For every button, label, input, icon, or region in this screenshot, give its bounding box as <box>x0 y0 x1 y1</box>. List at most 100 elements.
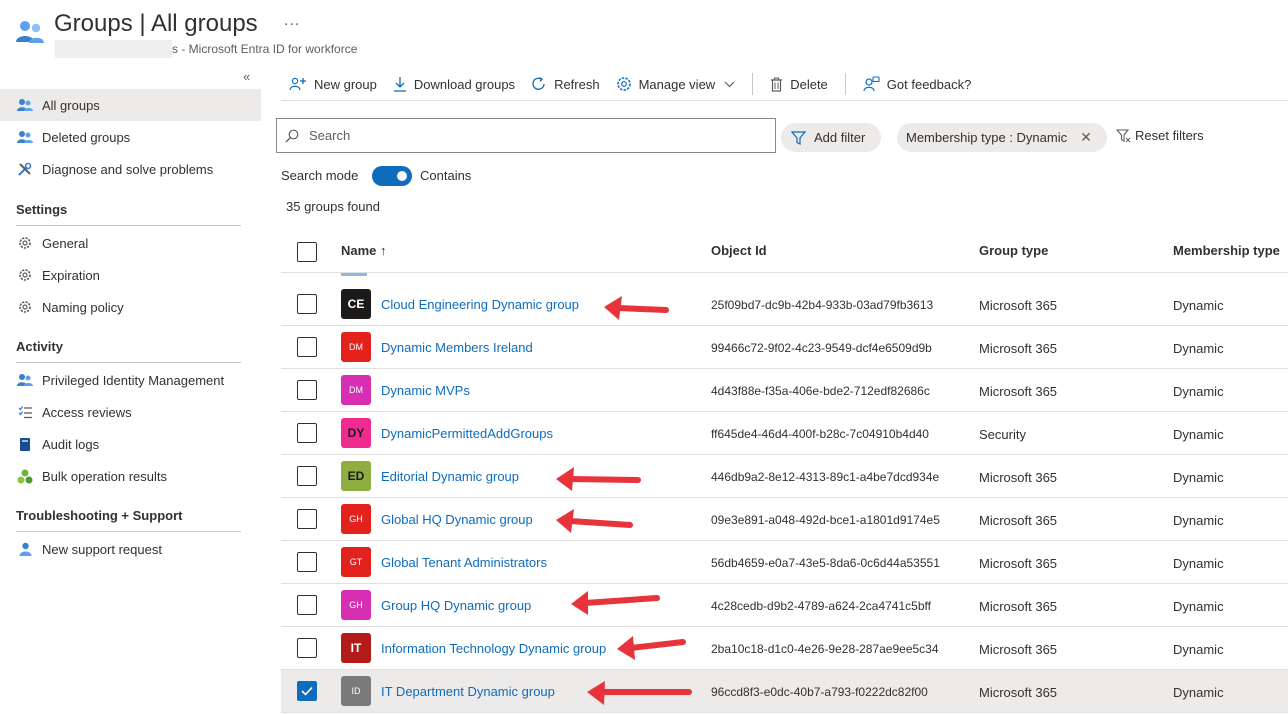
group-avatar: GH <box>341 590 371 620</box>
table-row[interactable]: GH Global HQ Dynamic group 09e3e891-a048… <box>281 498 1288 541</box>
group-name-link[interactable]: Information Technology Dynamic group <box>381 641 606 656</box>
row-checkbox[interactable] <box>297 552 317 572</box>
group-avatar: DM <box>341 375 371 405</box>
collapse-sidebar-button[interactable]: « <box>243 69 250 84</box>
group-type: Microsoft 365 <box>979 642 1058 657</box>
manage-view-button[interactable]: Manage view <box>608 70 744 98</box>
membership-type: Dynamic <box>1173 513 1224 528</box>
group-type: Microsoft 365 <box>979 384 1058 399</box>
column-header-membership-type[interactable]: Membership type <box>1173 243 1280 258</box>
column-header-object-id[interactable]: Object Id <box>711 243 767 258</box>
group-name-link[interactable]: Editorial Dynamic group <box>381 469 519 484</box>
sidebar-item-expiration[interactable]: Expiration <box>0 259 261 291</box>
sidebar-item-general[interactable]: General <box>0 227 261 259</box>
download-groups-button[interactable]: Download groups <box>385 70 523 98</box>
groups-icon <box>16 97 34 113</box>
gear-icon <box>16 299 34 315</box>
membership-type: Dynamic <box>1173 298 1224 313</box>
table-row[interactable]: DM Dynamic Members Ireland 99466c72-9f02… <box>281 326 1288 369</box>
object-id: 99466c72-9f02-4c23-9549-dcf4e6509d9b <box>711 341 932 355</box>
close-icon[interactable]: ✕ <box>1080 129 1092 146</box>
row-checkbox[interactable] <box>297 638 317 658</box>
group-name-link[interactable]: Cloud Engineering Dynamic group <box>381 297 579 312</box>
reset-filters-label: Reset filters <box>1135 128 1204 143</box>
trash-icon <box>770 76 783 92</box>
sidebar-item-label: Access reviews <box>42 404 132 420</box>
row-checkbox[interactable] <box>297 380 317 400</box>
row-checkbox[interactable] <box>297 466 317 486</box>
membership-filter-pill[interactable]: Membership type : Dynamic ✕ <box>897 123 1107 152</box>
table-row[interactable]: DM Dynamic MVPs 4d43f88e-f35a-406e-bde2-… <box>281 369 1288 412</box>
sidebar-item-new-support-request[interactable]: New support request <box>0 533 261 565</box>
sidebar-item-naming-policy[interactable]: Naming policy <box>0 291 261 323</box>
scrolled-row-edge <box>341 273 367 276</box>
table-row[interactable]: CE Cloud Engineering Dynamic group 25f09… <box>281 283 1288 326</box>
divider <box>16 225 241 226</box>
page-subtitle: s - Microsoft Entra ID for workforce <box>172 42 358 56</box>
row-checkbox[interactable] <box>297 509 317 529</box>
group-name-link[interactable]: DynamicPermittedAddGroups <box>381 426 553 441</box>
refresh-button[interactable]: Refresh <box>523 70 608 98</box>
group-name-link[interactable]: Global HQ Dynamic group <box>381 512 533 527</box>
sidebar-item-pim[interactable]: Privileged Identity Management <box>0 364 261 396</box>
table-row[interactable]: ID IT Department Dynamic group 96ccd8f3-… <box>281 670 1288 713</box>
sidebar-item-diagnose[interactable]: Diagnose and solve problems <box>0 153 261 185</box>
divider <box>281 100 1288 101</box>
sidebar-item-all-groups[interactable]: All groups <box>0 89 261 121</box>
groups-icon <box>15 18 45 46</box>
row-checkbox-checked[interactable] <box>297 681 317 701</box>
row-checkbox[interactable] <box>297 294 317 314</box>
search-input[interactable] <box>309 128 749 143</box>
table-row[interactable]: DY DynamicPermittedAddGroups ff645de4-46… <box>281 412 1288 455</box>
annotation-arrow-icon <box>617 636 686 660</box>
manage-view-label: Manage view <box>638 76 716 92</box>
refresh-label: Refresh <box>554 76 600 92</box>
table-row[interactable]: ED Editorial Dynamic group 446db9a2-8e12… <box>281 455 1288 498</box>
gear-icon <box>616 76 632 92</box>
group-type: Microsoft 365 <box>979 470 1058 485</box>
pim-icon <box>16 372 34 388</box>
select-all-checkbox[interactable] <box>297 242 317 262</box>
membership-type: Dynamic <box>1173 556 1224 571</box>
row-checkbox[interactable] <box>297 423 317 443</box>
column-header-name[interactable]: Name ↑ <box>341 243 387 258</box>
sidebar-item-access-reviews[interactable]: Access reviews <box>0 396 261 428</box>
feedback-button[interactable]: Got feedback? <box>855 70 980 98</box>
group-name-link[interactable]: IT Department Dynamic group <box>381 684 555 699</box>
table-row[interactable]: GT Global Tenant Administrators 56db4659… <box>281 541 1288 584</box>
new-group-button[interactable]: New group <box>281 70 385 98</box>
membership-type: Dynamic <box>1173 470 1224 485</box>
group-name-link[interactable]: Dynamic MVPs <box>381 383 470 398</box>
row-checkbox[interactable] <box>297 595 317 615</box>
group-name-link[interactable]: Global Tenant Administrators <box>381 555 547 570</box>
delete-button[interactable]: Delete <box>762 70 836 98</box>
row-checkbox[interactable] <box>297 337 317 357</box>
sidebar-item-bulk-operation-results[interactable]: Bulk operation results <box>0 460 261 492</box>
group-type: Microsoft 365 <box>979 556 1058 571</box>
search-mode-toggle[interactable] <box>372 166 412 186</box>
download-icon <box>393 76 407 92</box>
reset-filters-button[interactable]: Reset filters <box>1116 128 1204 143</box>
search-mode-label: Search mode <box>281 168 359 183</box>
section-settings-heading: Settings <box>16 202 68 217</box>
add-filter-button[interactable]: Add filter <box>781 123 881 152</box>
group-avatar: IT <box>341 633 371 663</box>
table-row[interactable]: GH Group HQ Dynamic group 4c28cedb-d9b2-… <box>281 584 1288 627</box>
search-box[interactable] <box>276 118 776 153</box>
group-avatar: DM <box>341 332 371 362</box>
book-icon <box>16 436 34 452</box>
checkmark-icon <box>301 686 313 696</box>
sidebar-item-deleted-groups[interactable]: Deleted groups <box>0 121 261 153</box>
table-row[interactable]: IT Information Technology Dynamic group … <box>281 627 1288 670</box>
sidebar-item-audit-logs[interactable]: Audit logs <box>0 428 261 460</box>
group-name-link[interactable]: Group HQ Dynamic group <box>381 598 531 613</box>
annotation-arrow-icon <box>587 681 692 705</box>
column-header-group-type[interactable]: Group type <box>979 243 1048 258</box>
annotation-arrow-icon <box>556 467 641 491</box>
more-options-button[interactable]: ... <box>284 12 300 30</box>
object-id: 56db4659-e0a7-43e5-8da6-0c6d44a53551 <box>711 556 940 570</box>
new-group-label: New group <box>314 76 377 92</box>
group-name-link[interactable]: Dynamic Members Ireland <box>381 340 533 355</box>
sidebar-item-label: All groups <box>42 97 100 113</box>
object-id: 96ccd8f3-e0dc-40b7-a793-f0222dc82f00 <box>711 685 928 699</box>
